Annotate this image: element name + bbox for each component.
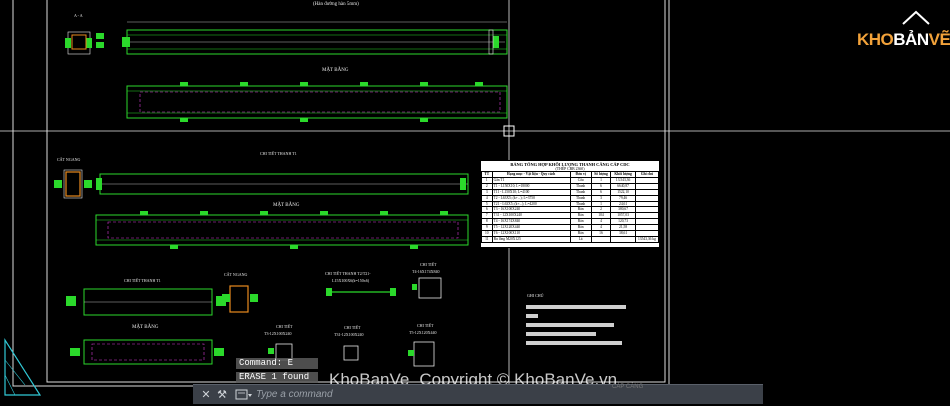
table-grid: TT Hạng mục - Vật liệu - Quy cách Đơn vị Số… <box>481 171 659 243</box>
beam-plan-middle[interactable] <box>95 211 469 249</box>
section-aa-label: A - A <box>74 13 83 18</box>
table-cell <box>610 235 636 243</box>
detail-t5[interactable] <box>408 341 435 367</box>
customize-icon[interactable]: ⚒ <box>215 388 229 402</box>
quantity-table[interactable]: BẢNG TỔNG HỢP KHỐI LƯỢNG THANH CĂNG CÁP … <box>480 160 660 248</box>
table-header-cell: Khối lượng <box>610 171 636 178</box>
detail-t5-label: CHI TIẾT <box>417 323 434 328</box>
command-history-line-2: ERASE 1 found <box>236 372 318 383</box>
command-prompt-icon <box>235 389 252 400</box>
beam-plan-lower[interactable] <box>70 339 224 365</box>
detail-t4-label: CHI TIẾT <box>420 262 437 267</box>
ucs-icon <box>4 337 42 396</box>
command-input[interactable] <box>256 387 756 401</box>
note-weld: (Hàn đường hàn 5mm) <box>313 2 359 7</box>
detail-t4-sublabel: T4-16X174X840 <box>412 269 440 274</box>
table-cell: Lá <box>569 235 592 243</box>
table-cell: 11 <box>481 235 493 243</box>
beam-elevation-top[interactable] <box>122 21 508 55</box>
detail-t4[interactable] <box>412 277 442 299</box>
notes-title: GHI CHÚ <box>527 293 544 298</box>
table-row: 11 Bu lông M20X125 Lá 13543,36 kg <box>481 235 659 243</box>
brand-logo: KHOBẢNVẼ <box>847 12 950 56</box>
beam-elevation-middle[interactable] <box>96 173 469 195</box>
detail-t5-sublabel: T5-12X120X440 <box>409 330 437 335</box>
notes-lines <box>526 305 626 345</box>
plan-label-1: MẶT BẰNG <box>322 68 349 73</box>
table-cell: Bu lông M20X125 <box>491 235 571 243</box>
table-cell <box>590 235 612 243</box>
detail-t31[interactable] <box>343 345 359 361</box>
detail-t2-label: CHI TIẾT THANH T2/T21- <box>325 271 371 276</box>
beam-plan-top[interactable] <box>126 82 508 122</box>
plan-label-2: MẶT BẰNG <box>273 203 300 208</box>
detail-t1-label: CHI TIẾT THANH T1 <box>260 151 297 156</box>
detail-t1-lower-label: CHI TIẾT THANH T1 <box>124 278 161 283</box>
cross-section-label-2: CẮT NGANG <box>224 272 248 277</box>
table-cell: 13543,36 kg <box>634 235 659 243</box>
detail-t2[interactable] <box>326 288 396 296</box>
detail-t1-lower[interactable] <box>66 288 226 316</box>
detail-t3-label: CHI TIẾT <box>276 324 293 329</box>
cross-section-label-1: CẮT NGANG <box>57 157 81 162</box>
detail-t31-sublabel: T31-12X100X240 <box>334 332 364 337</box>
plan-label-3: MẶT BẰNG <box>132 325 159 330</box>
section-aa[interactable] <box>65 31 104 55</box>
recent-commands-icon[interactable] <box>235 388 253 402</box>
close-icon[interactable]: ✕ <box>199 388 213 402</box>
bottom-label: CÁP CĂNG <box>612 384 644 390</box>
detail-t31-label: CHI TIẾT <box>344 325 361 330</box>
cross-section-1[interactable] <box>54 169 92 199</box>
command-history-line-1: Command: E <box>236 358 318 369</box>
cross-section-2[interactable] <box>222 285 258 313</box>
detail-t2-sublabel: L15X100X6(k=150x6) <box>332 278 370 283</box>
cad-model-canvas[interactable] <box>0 0 950 404</box>
brand-logo-text: KHOBẢNVẼ <box>857 30 950 49</box>
detail-t3-sublabel: T3-12X100X240 <box>264 331 292 336</box>
